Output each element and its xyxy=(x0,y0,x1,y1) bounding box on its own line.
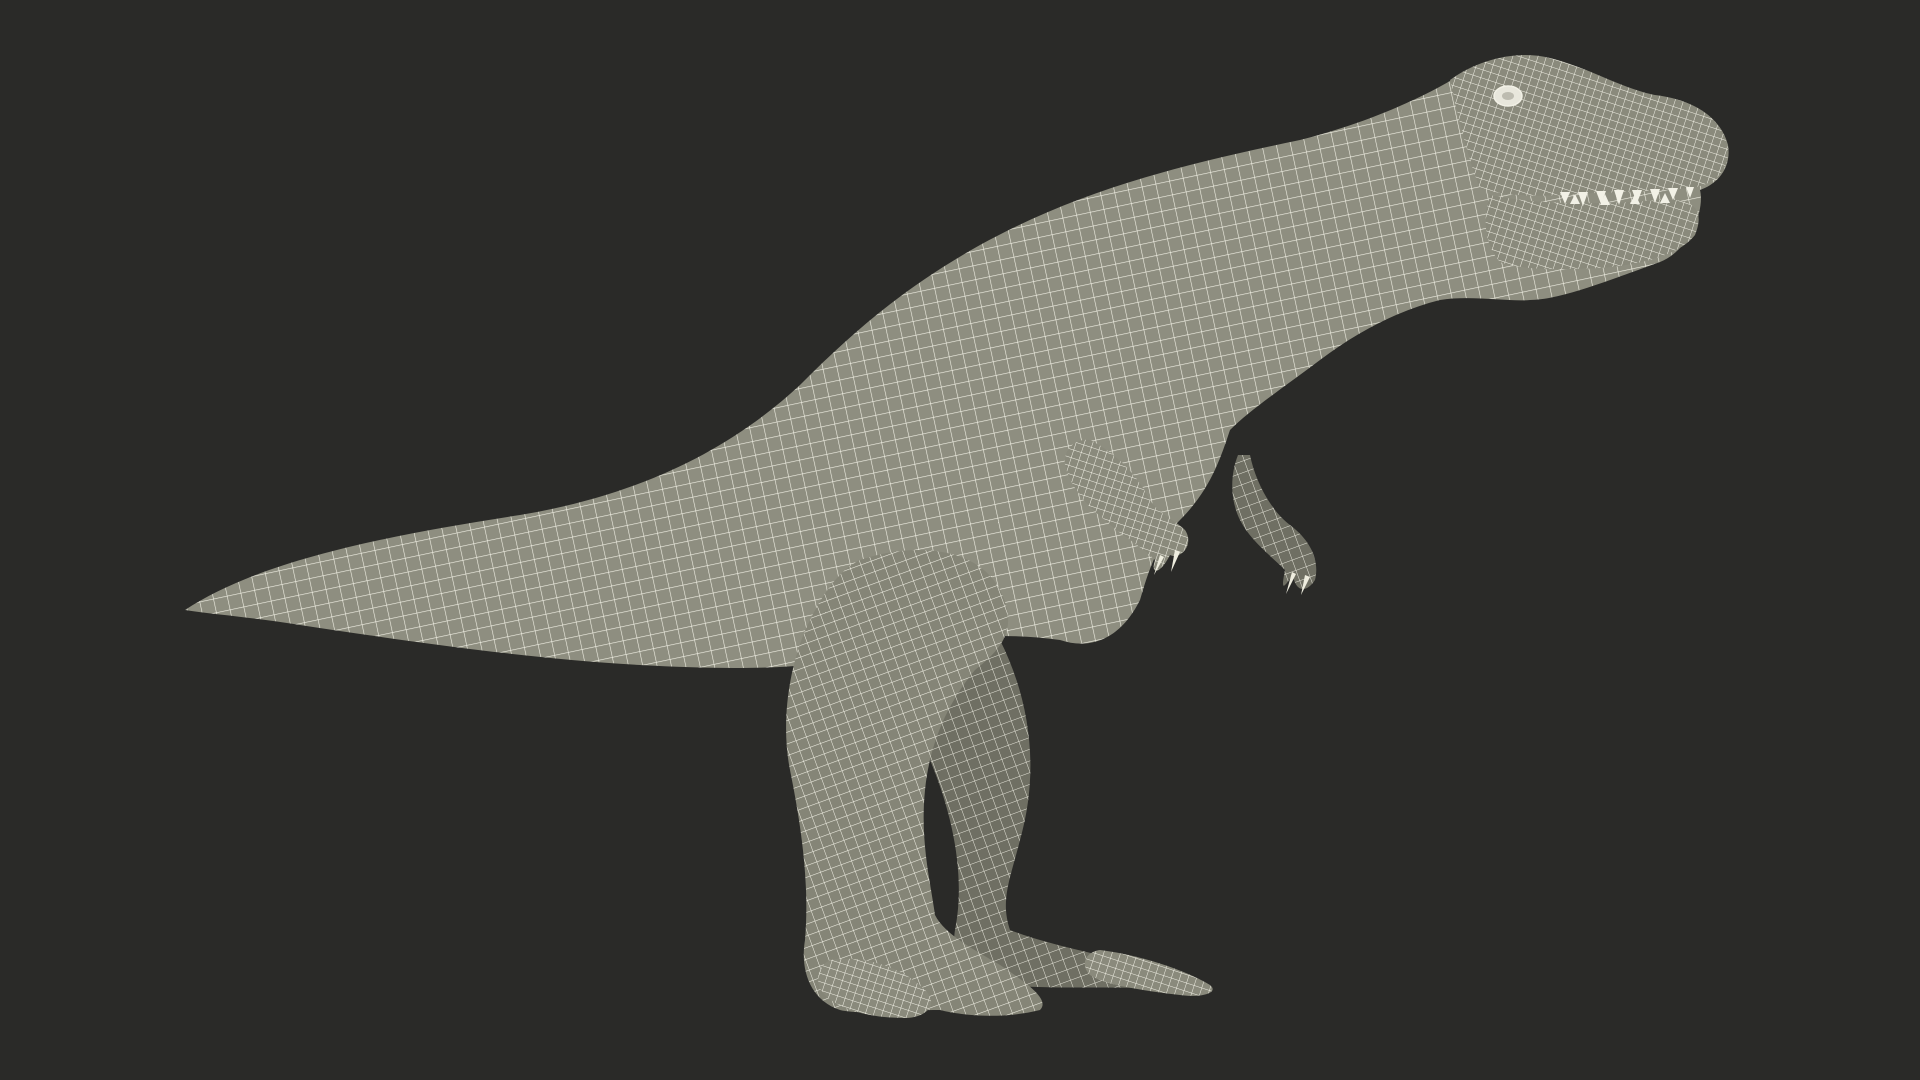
far-arm xyxy=(1232,455,1317,590)
far-foot-toes xyxy=(1084,950,1213,996)
head xyxy=(1450,54,1729,196)
render-viewport xyxy=(0,0,1920,1080)
trex-wireframe-render xyxy=(185,54,1729,1018)
far-leg xyxy=(921,640,1206,994)
